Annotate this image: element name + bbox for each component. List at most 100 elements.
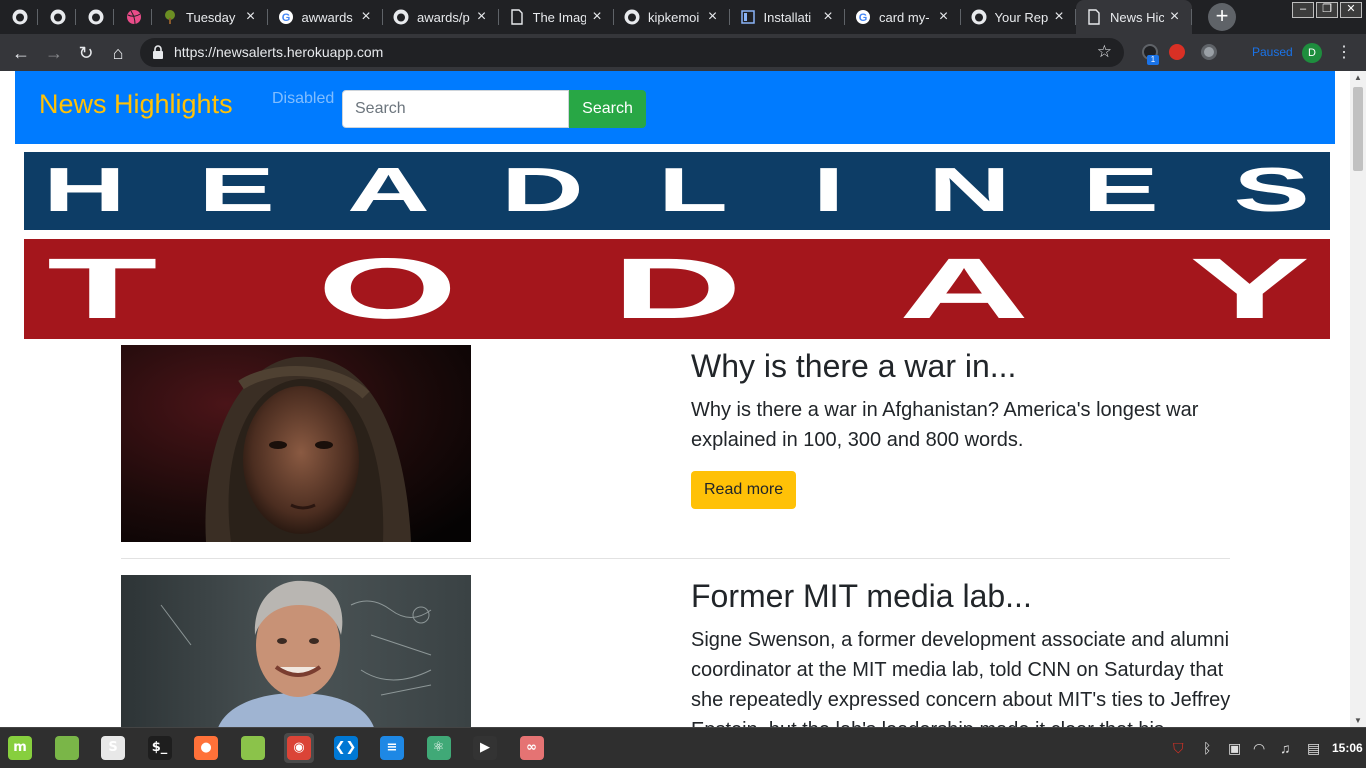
mint-menu-icon[interactable]: m [5,733,35,763]
close-window-button[interactable]: ✕ [1340,2,1362,18]
browser-tab[interactable] [114,0,152,34]
glasses-icon[interactable]: ∞ [517,733,547,763]
adblock-extension-icon[interactable] [1201,44,1217,60]
chrome-icon[interactable]: ◉ [284,733,314,763]
document-icon [1086,9,1102,25]
files-icon[interactable] [52,733,82,763]
tab-title: Tuesday [186,9,236,25]
tab-title: The Imag [532,9,587,25]
read-more-button[interactable]: Read more [691,471,797,509]
tab-title: kipkemoi [648,9,700,25]
slack-icon[interactable]: S [98,733,128,763]
vscode-icon[interactable]: ❮❯ [331,733,361,763]
close-tab-icon[interactable]: × [590,8,604,26]
browser-tab[interactable]: The Imag × [499,0,615,34]
close-tab-icon[interactable]: × [1168,8,1182,26]
github-icon [88,9,104,25]
browser-tab[interactable] [0,0,38,34]
more-menu-icon[interactable]: ⋮ [1336,42,1352,62]
close-tab-icon[interactable]: × [475,8,489,26]
browser-tab[interactable]: News Hic × [1076,0,1192,34]
atom-icon[interactable]: ⚛ [424,733,454,763]
article-title[interactable]: Former MIT media lab... [691,577,1236,615]
back-button[interactable]: ← [8,40,34,66]
github-icon [971,9,987,25]
banner-letter: S [1233,156,1310,225]
stop-hand-extension-icon[interactable] [1169,44,1185,60]
banner-letter: D [500,156,584,225]
browser-tab[interactable]: awards/p × [383,0,499,34]
profile-avatar[interactable]: D [1302,43,1322,63]
tab-title: News Hic [1110,9,1164,25]
extension-badge: 1 [1147,55,1159,65]
tab-title: awwards [301,9,353,25]
article-body: Why is there a war in... Why is there a … [691,345,1236,509]
lock-icon [153,45,163,59]
terminal-icon[interactable]: $_ [145,733,175,763]
github-icon [12,9,28,25]
maximize-button[interactable]: ❐ [1316,2,1338,18]
banner-letter: L [657,156,728,225]
browser-tab[interactable]: Your Rep × [961,0,1077,34]
close-tab-icon[interactable]: × [821,8,835,26]
docs-icon [740,9,756,25]
page-viewport: News Highlights Disabled Search HEADLINE… [0,71,1350,727]
clipboard-icon[interactable]: ▤ [1307,740,1320,757]
browser-tab[interactable] [76,0,114,34]
github-icon [624,9,640,25]
search-button[interactable]: Search [569,90,646,128]
browser-tab[interactable]: Gawwards × [268,0,384,34]
url-text[interactable]: https://newsalerts.herokuapp.com [174,44,383,60]
home-button[interactable]: ⌂ [105,40,131,66]
banner-letter: H [42,156,126,225]
site-navbar: News Highlights Disabled Search [15,71,1335,144]
forward-button[interactable]: → [41,40,67,66]
browser-tab[interactable]: Installati × [730,0,846,34]
site-brand[interactable]: News Highlights [39,89,233,120]
browser-tab[interactable]: Gcard my- × [845,0,961,34]
browser-tab-strip: Tuesday × Gawwards × awards/p × The Imag × kipke… [0,0,1366,34]
bluetooth-icon[interactable]: ᛒ [1203,740,1211,756]
wifi-icon[interactable]: ◠ [1253,740,1265,757]
reload-button[interactable]: ↻ [73,40,99,66]
address-bar[interactable]: https://newsalerts.herokuapp.com ☆ [140,38,1124,67]
tree-icon [162,9,178,25]
close-tab-icon[interactable]: × [937,8,951,26]
clock[interactable]: 15:06 [1332,741,1363,755]
minimize-button[interactable]: – [1292,2,1314,18]
text-editor-icon[interactable]: ≡ [377,733,407,763]
sound-icon[interactable]: ♫ [1280,740,1291,756]
scroll-down-icon[interactable]: ▼ [1354,716,1362,725]
firefox-icon[interactable]: ● [191,733,221,763]
update-manager-icon[interactable]: ▣ [1228,740,1241,757]
os-taskbar: m S $_ ● ◉ ❮❯ ≡ ⚛ ▶ ∞ ⛉ ᛒ ▣ ◠ ♫ ▤ 15:06 [0,727,1366,768]
banner-letter: T [47,241,158,337]
search-input[interactable] [342,90,569,128]
tab-title: card my- [879,9,930,25]
article-divider [121,558,1230,559]
shield-icon[interactable]: ⛉ [1173,740,1184,757]
folder-icon[interactable] [238,733,268,763]
browser-tab[interactable]: kipkemoi × [614,0,730,34]
close-tab-icon[interactable]: × [1052,8,1066,26]
dribbble-icon [126,9,142,25]
media-player-icon[interactable]: ▶ [470,733,500,763]
close-tab-icon[interactable]: × [359,8,373,26]
bookmark-star-icon[interactable]: ☆ [1097,42,1112,62]
browser-tab[interactable] [38,0,76,34]
banner-letter: I [813,156,845,225]
browser-tab[interactable]: Tuesday × [152,0,268,34]
article-image [121,575,471,727]
woman-in-headscarf-photo [121,345,471,542]
close-tab-icon[interactable]: × [706,8,720,26]
google-icon: G [855,9,871,25]
sync-paused-label[interactable]: Paused [1252,45,1293,59]
scrollbar-thumb[interactable] [1353,87,1363,171]
tab-list: Tuesday × Gawwards × awards/p × The Imag × kipke… [0,0,1192,34]
new-tab-button[interactable]: + [1208,3,1236,31]
page-scrollbar[interactable]: ▲ ▼ [1350,71,1366,727]
scroll-up-icon[interactable]: ▲ [1354,73,1362,82]
article-title[interactable]: Why is there a war in... [691,347,1236,385]
close-tab-icon[interactable]: × [244,8,258,26]
article-image [121,345,471,542]
